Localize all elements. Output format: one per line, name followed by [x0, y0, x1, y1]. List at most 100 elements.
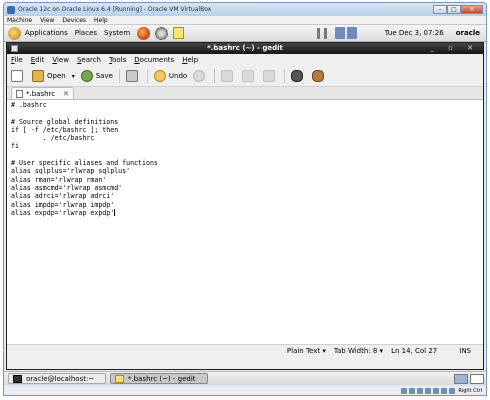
editor-line-text: alias expdp='rlwrap expdp' — [11, 208, 115, 217]
optical-drive-icon[interactable] — [409, 388, 416, 394]
syntax-selector[interactable]: Plain Text ▾ — [287, 347, 326, 355]
copy-button[interactable] — [242, 70, 257, 82]
undo-button[interactable]: Undo — [153, 70, 188, 82]
menu-view[interactable]: View — [40, 17, 54, 24]
display-icon[interactable] — [441, 388, 448, 394]
find-replace-icon — [312, 70, 325, 82]
editor-line: # User specific aliases and functions — [11, 159, 158, 168]
undo-icon — [153, 70, 166, 82]
editor-line: alias adrci='rlwrap adrci' — [11, 192, 115, 201]
volume-icon[interactable] — [316, 27, 327, 39]
gedit-statusbar: Plain Text ▾ Tab Width: 8 ▾ Ln 14, Col 2… — [7, 345, 483, 357]
taskbar-item-gedit[interactable]: *.bashrc (~) - gedit — [110, 373, 208, 384]
menu-machine[interactable]: Machine — [7, 17, 32, 24]
open-label: Open — [47, 72, 66, 80]
editor-line: # Source global definitions — [11, 117, 119, 126]
firefox-launcher-icon[interactable] — [137, 26, 151, 40]
print-icon — [125, 70, 138, 82]
save-label: Save — [95, 72, 113, 80]
editor-line: ​ — [11, 151, 483, 159]
paste-icon — [263, 70, 276, 82]
gedit-titlebar: *.bashrc (~) - gedit _ ▫ ✕ — [7, 43, 483, 54]
menu-view[interactable]: View — [52, 56, 69, 64]
text-editor-icon — [115, 374, 124, 383]
taskbar-item-label: *.bashrc (~) - gedit — [128, 374, 196, 383]
document-tabs: *.bashrc ✕ — [7, 87, 483, 100]
gnome-top-panel: Applications Places System Tue Dec 3, 07… — [4, 25, 486, 42]
editor-line-current: alias expdp='rlwrap expdp' — [11, 208, 483, 217]
close-tab-icon[interactable]: ✕ — [63, 90, 69, 98]
editor-line: . /etc/bashrc — [11, 134, 95, 143]
insert-mode: INS — [459, 347, 471, 355]
virtualbox-titlebar: Oracle 12c on Oracle Linux 6.4 [Running]… — [4, 3, 486, 16]
menu-devices[interactable]: Devices — [62, 17, 86, 24]
places-menu[interactable]: Places — [75, 29, 97, 37]
close-button[interactable]: ✕ — [461, 4, 483, 14]
tab-bashrc[interactable]: *.bashrc ✕ — [11, 87, 74, 99]
editor-line: # .bashrc — [11, 101, 47, 109]
taskbar-item-label: oracle@localhost:~ — [26, 374, 95, 383]
window-controls: – □ ✕ — [433, 4, 483, 15]
menu-search[interactable]: Search — [77, 56, 101, 64]
menu-tools[interactable]: Tools — [109, 56, 126, 64]
mouse-integration-icon[interactable] — [449, 388, 456, 394]
cut-button[interactable] — [221, 70, 236, 82]
workspace-1[interactable] — [454, 373, 468, 384]
terminal-icon — [13, 374, 22, 383]
open-button[interactable]: Open — [32, 70, 66, 82]
tab-width-selector[interactable]: Tab Width: 8 ▾ — [334, 347, 383, 355]
new-document-button[interactable] — [11, 70, 26, 82]
save-button[interactable]: Save — [80, 70, 113, 82]
gedit-toolbar: Open ▾ Save Undo — [7, 66, 483, 87]
minimize-button[interactable]: – — [433, 4, 447, 14]
panel-clock[interactable]: Tue Dec 3, 07:26 — [385, 29, 444, 37]
system-menu[interactable]: System — [104, 29, 130, 37]
host-key-label: Right Ctrl — [458, 388, 482, 394]
menu-documents[interactable]: Documents — [134, 56, 174, 64]
print-button[interactable] — [125, 70, 141, 82]
virtualbox-icon — [7, 5, 15, 14]
undo-label: Undo — [168, 72, 188, 80]
gedit-menubar: File Edit View Search Tools Documents He… — [7, 54, 483, 66]
document-icon — [16, 89, 23, 98]
shared-folders-icon[interactable] — [425, 388, 432, 394]
open-recent-dropdown[interactable]: ▾ — [72, 73, 75, 80]
applications-menu[interactable]: Applications — [25, 29, 68, 37]
redo-button[interactable] — [193, 70, 208, 82]
user-menu[interactable]: oracle — [456, 29, 480, 37]
editor-line: alias sqlplus='rlwrap sqlplus' — [11, 167, 131, 176]
replace-button[interactable] — [312, 70, 327, 82]
workspace-2[interactable] — [470, 373, 484, 384]
cut-icon — [221, 70, 234, 82]
network-icon[interactable] — [334, 27, 357, 39]
gnome-bottom-taskbar: oracle@localhost:~ *.bashrc (~) - gedit — [4, 371, 486, 385]
virtualbox-title: Oracle 12c on Oracle Linux 6.4 [Running]… — [18, 6, 212, 13]
paste-button[interactable] — [263, 70, 278, 82]
text-editor-launcher-icon[interactable] — [173, 27, 185, 39]
binoculars-icon — [291, 70, 304, 82]
taskbar-item-terminal[interactable]: oracle@localhost:~ — [8, 373, 106, 384]
gedit-window-controls[interactable]: _ ▫ ✕ — [430, 43, 479, 54]
menu-edit[interactable]: Edit — [31, 56, 45, 64]
text-cursor — [114, 208, 116, 216]
gedit-window-icon[interactable] — [11, 45, 18, 52]
network-adapter-icon[interactable] — [433, 388, 440, 394]
virtualbox-menubar: Machine View Devices Help — [4, 16, 486, 25]
cursor-position: Ln 14, Col 27 — [391, 347, 438, 355]
menu-file[interactable]: File — [11, 56, 23, 64]
editor-line: if [ -f /etc/bashrc ]; then — [11, 125, 119, 134]
editor-line: alias asmcmd='rlwrap asmcmd' — [11, 183, 123, 192]
settings-launcher-icon[interactable] — [155, 26, 169, 40]
menu-help[interactable]: Help — [182, 56, 198, 64]
gedit-title: *.bashrc (~) - gedit — [207, 44, 283, 52]
text-editor-area[interactable]: # .bashrc​# Source global definitionsif … — [7, 100, 483, 345]
maximize-button[interactable]: □ — [447, 4, 461, 14]
find-button[interactable] — [291, 70, 306, 82]
editor-line: ​ — [11, 109, 483, 117]
virtualbox-statusbar: Right Ctrl — [4, 386, 486, 395]
hdd-icon[interactable] — [401, 388, 408, 394]
gnome-foot-icon[interactable] — [8, 26, 21, 40]
redo-icon — [193, 70, 206, 82]
usb-icon[interactable] — [417, 388, 424, 394]
menu-help[interactable]: Help — [94, 17, 108, 24]
